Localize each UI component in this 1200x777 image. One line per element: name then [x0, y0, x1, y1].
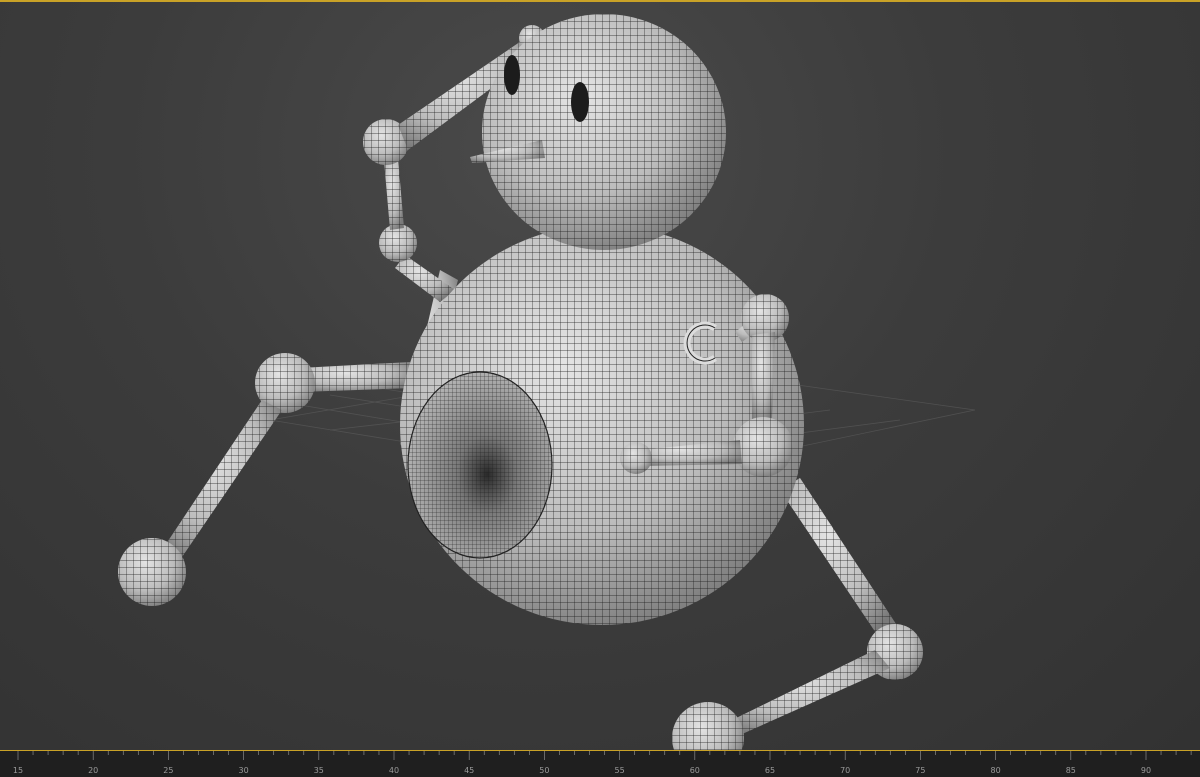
right-eye — [571, 82, 589, 122]
scene-canvas[interactable] — [0, 0, 1200, 750]
perspective-viewport[interactable] — [0, 0, 1200, 750]
ruler-label: 45 — [464, 766, 474, 775]
ruler-ticks: 15 20 25 30 35 40 45 50 55 60 65 70 75 80 85 90 — [13, 751, 1192, 775]
ruler-label: 25 — [163, 766, 173, 775]
ruler-label: 35 — [314, 766, 324, 775]
ruler-label: 75 — [915, 766, 925, 775]
timeline-ruler[interactable]: 15 20 25 30 35 40 45 50 55 60 65 70 75 80 85 90 — [0, 750, 1200, 777]
ruler-label: 40 — [389, 766, 399, 775]
ruler-label: 90 — [1141, 766, 1151, 775]
left-leg[interactable] — [118, 353, 412, 606]
ruler-label: 55 — [615, 766, 625, 775]
ruler-label: 70 — [840, 766, 850, 775]
ruler-label: 50 — [539, 766, 549, 775]
ruler-label: 60 — [690, 766, 700, 775]
ruler-label: 20 — [88, 766, 98, 775]
ruler-label: 80 — [991, 766, 1001, 775]
left-eye — [504, 55, 520, 95]
ruler-label: 65 — [765, 766, 775, 775]
head-sphere[interactable] — [470, 14, 726, 250]
speaker-disc[interactable] — [407, 371, 553, 559]
ruler-label: 15 — [13, 766, 23, 775]
ruler-label: 30 — [239, 766, 249, 775]
ruler-label: 85 — [1066, 766, 1076, 775]
